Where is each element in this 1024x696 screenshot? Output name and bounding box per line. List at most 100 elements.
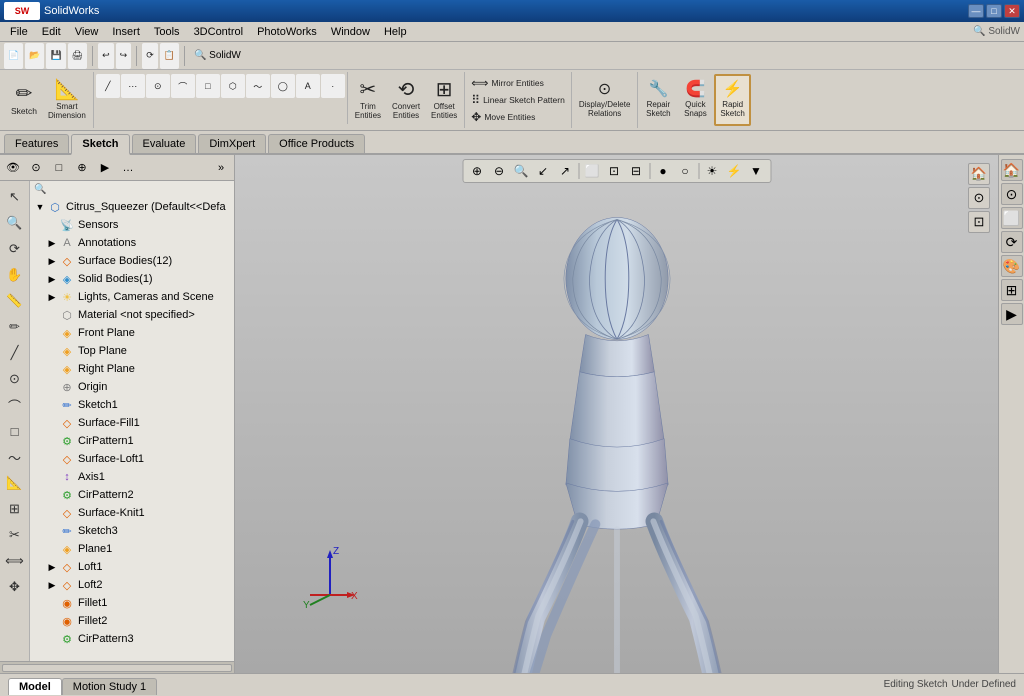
home-view-btn[interactable]: 🏠 — [968, 163, 990, 185]
tree-origin[interactable]: ⊕ Origin — [32, 378, 232, 396]
quick-snaps-button[interactable]: 🧲 QuickSnaps — [677, 74, 713, 126]
rapid-sketch-button[interactable]: ⚡ RapidSketch — [714, 74, 750, 126]
tree-root[interactable]: ▼ ⬡ Citrus_Squeezer (Default<<Defa — [32, 198, 232, 216]
tree-fillet1[interactable]: ◉ Fillet1 — [32, 594, 232, 612]
display-delete-relations-button[interactable]: ⊙ Display/DeleteRelations — [574, 74, 636, 126]
repair-sketch-button[interactable]: 🔧 RepairSketch — [640, 74, 676, 126]
arc-tool[interactable]: ⌒ — [171, 74, 195, 98]
line-tool[interactable]: ╱ — [96, 74, 120, 98]
trim-entities-button[interactable]: ✂ TrimEntities — [350, 74, 386, 126]
menu-photoworks[interactable]: PhotoWorks — [251, 24, 323, 40]
new-button[interactable]: 📄 — [4, 43, 23, 69]
display-style-button[interactable]: ● — [653, 162, 673, 180]
zoom-to-fit-button[interactable]: ⊕ — [467, 162, 487, 180]
linear-sketch-pattern-button[interactable]: ⠿ Linear Sketch Pattern — [467, 92, 569, 108]
zoom-tool[interactable]: 🔍 — [3, 211, 27, 235]
mirror-btn[interactable]: ⟺ — [3, 549, 27, 573]
normal-to-btn[interactable]: ⊡ — [968, 211, 990, 233]
minimize-button[interactable]: — — [968, 4, 984, 18]
status-tab-model[interactable]: Model — [8, 678, 62, 695]
tree-fillet2[interactable]: ◉ Fillet2 — [32, 612, 232, 630]
tree-sketch1[interactable]: ✏ Sketch1 — [32, 396, 232, 414]
convert-entities-button[interactable]: ⟲ ConvertEntities — [387, 74, 425, 126]
right-color-button[interactable]: 🎨 — [1001, 255, 1023, 277]
open-button[interactable]: 📂 — [25, 43, 44, 69]
tree-cir-pattern2[interactable]: ⚙ CirPattern2 — [32, 486, 232, 504]
point-tool[interactable]: · — [321, 74, 345, 98]
sidebar-eye-button[interactable]: 👁 — [2, 157, 24, 179]
tree-loft2[interactable]: ▶ ◇ Loft2 — [32, 576, 232, 594]
apply-scene-button[interactable]: ⚡ — [724, 162, 744, 180]
file-props-button[interactable]: 📋 — [160, 43, 179, 69]
arc-btn[interactable]: ⌒ — [3, 393, 27, 417]
pan-tool[interactable]: ✋ — [3, 263, 27, 287]
tree-loft1[interactable]: ▶ ◇ Loft1 — [32, 558, 232, 576]
view-settings-button[interactable]: ▼ — [746, 162, 766, 180]
menu-view[interactable]: View — [69, 24, 105, 40]
tree-plane1[interactable]: ◈ Plane1 — [32, 540, 232, 558]
tree-cir-pattern1[interactable]: ⚙ CirPattern1 — [32, 432, 232, 450]
prev-view-button[interactable]: ↙ — [533, 162, 553, 180]
maximize-button[interactable]: □ — [986, 4, 1002, 18]
tab-sketch[interactable]: Sketch — [71, 134, 129, 155]
menu-3dcontrol[interactable]: 3DControl — [188, 24, 250, 40]
right-rotate-button[interactable]: ⟳ — [1001, 231, 1023, 253]
sidebar-scrollbar[interactable] — [0, 661, 234, 673]
expand-root[interactable]: ▼ — [34, 201, 46, 213]
redo-button[interactable]: ↪ — [116, 43, 132, 69]
move-entities-button[interactable]: ✥ Move Entities — [467, 109, 569, 125]
select-tool[interactable]: ↖ — [3, 185, 27, 209]
sidebar-circle-button[interactable]: ⊙ — [25, 157, 47, 179]
menu-window[interactable]: Window — [325, 24, 376, 40]
zoom-fit-btn[interactable]: ⊙ — [968, 187, 990, 209]
smart-dimension-button[interactable]: 📐 SmartDimension — [43, 74, 91, 126]
tree-surface-loft1[interactable]: ◇ Surface-Loft1 — [32, 450, 232, 468]
tree-surface-bodies[interactable]: ▶ ◇ Surface Bodies(12) — [32, 252, 232, 270]
zoom-out-button[interactable]: ⊖ — [489, 162, 509, 180]
ellipse-tool[interactable]: ◯ — [271, 74, 295, 98]
right-play-button[interactable]: ▶ — [1001, 303, 1023, 325]
menu-insert[interactable]: Insert — [106, 24, 146, 40]
rectangle-btn[interactable]: □ — [3, 419, 27, 443]
undo-button[interactable]: ↩ — [98, 43, 114, 69]
right-zoom-button[interactable]: ⊙ — [1001, 183, 1023, 205]
tree-material[interactable]: ⬡ Material <not specified> — [32, 306, 232, 324]
tree-surface-fill1[interactable]: ◇ Surface-Fill1 — [32, 414, 232, 432]
menu-help[interactable]: Help — [378, 24, 413, 40]
line-tool-btn[interactable]: ╱ — [3, 341, 27, 365]
tab-office-products[interactable]: Office Products — [268, 134, 365, 153]
mirror-entities-button[interactable]: ⟺ Mirror Entities — [467, 75, 569, 91]
print-button[interactable]: 🖨 — [68, 43, 87, 69]
hide-show-button[interactable]: ○ — [675, 162, 695, 180]
view-selector-button[interactable]: ⊡ — [604, 162, 624, 180]
offset-entities-button[interactable]: ⊞ OffsetEntities — [426, 74, 462, 126]
polygon-tool[interactable]: ⬡ — [221, 74, 245, 98]
sidebar-play-button[interactable]: ▶ — [94, 157, 116, 179]
status-tab-motion[interactable]: Motion Study 1 — [62, 678, 157, 695]
spline-btn[interactable]: 〜 — [3, 445, 27, 469]
tree-sketch3[interactable]: ✏ Sketch3 — [32, 522, 232, 540]
dim-btn[interactable]: 📐 — [3, 471, 27, 495]
tree-cir-pattern3[interactable]: ⚙ CirPattern3 — [32, 630, 232, 648]
sidebar-more-button[interactable]: … — [117, 157, 139, 179]
right-display-button[interactable]: ⊞ — [1001, 279, 1023, 301]
sketch-tool-btn[interactable]: ✏ — [3, 315, 27, 339]
rotate-button[interactable]: ↗ — [555, 162, 575, 180]
sidebar-sq-button[interactable]: □ — [48, 157, 70, 179]
tree-axis1[interactable]: ↕ Axis1 — [32, 468, 232, 486]
sketch-button[interactable]: ✏ Sketch — [6, 74, 42, 126]
relation-btn[interactable]: ⊞ — [3, 497, 27, 521]
tree-lights[interactable]: ▶ ☀ Lights, Cameras and Scene — [32, 288, 232, 306]
save-button[interactable]: 💾 — [46, 43, 65, 69]
rotate-tool[interactable]: ⟳ — [3, 237, 27, 261]
viewport[interactable]: ⊕ ⊖ 🔍 ↙ ↗ ⬜ ⊡ ⊟ ● ○ ☀ ⚡ ▼ — [235, 155, 998, 673]
menu-file[interactable]: File — [4, 24, 34, 40]
sidebar-add-button[interactable]: ⊕ — [71, 157, 93, 179]
move-btn-sidebar[interactable]: ✥ — [3, 575, 27, 599]
tree-solid-bodies[interactable]: ▶ ◈ Solid Bodies(1) — [32, 270, 232, 288]
tab-evaluate[interactable]: Evaluate — [132, 134, 197, 153]
spline-tool[interactable]: 〜 — [246, 74, 270, 98]
text-tool[interactable]: A — [296, 74, 320, 98]
tree-top-plane[interactable]: ◈ Top Plane — [32, 342, 232, 360]
tab-features[interactable]: Features — [4, 134, 69, 153]
